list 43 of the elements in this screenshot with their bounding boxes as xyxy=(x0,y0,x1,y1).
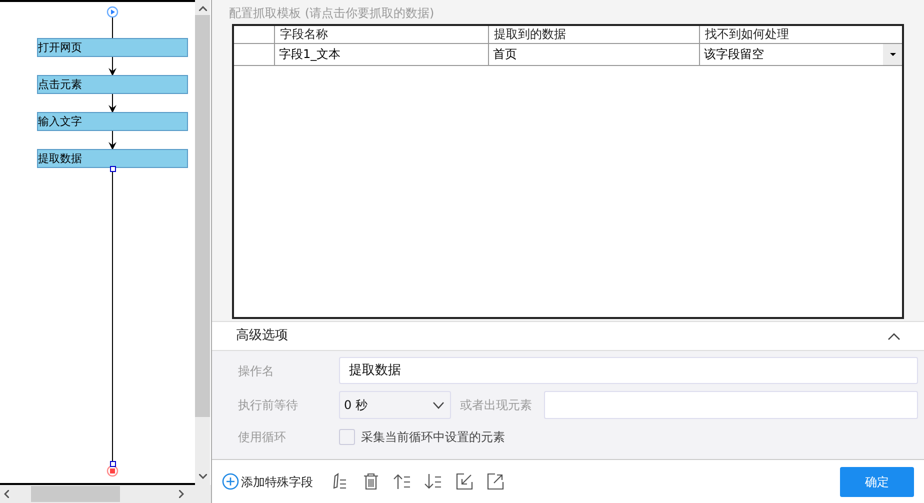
scrollbar-thumb[interactable] xyxy=(195,15,210,417)
field-label: 使用循环 xyxy=(238,429,287,446)
column-header: 找不到如何处理 xyxy=(704,26,790,43)
add-icon[interactable] xyxy=(222,473,239,490)
field-label: 操作名 xyxy=(238,362,275,380)
column-header: 字段名称 xyxy=(275,26,489,43)
scroll-right-icon[interactable] xyxy=(179,490,184,498)
name-field[interactable]: 提取数据 xyxy=(339,357,918,384)
delete-icon[interactable] xyxy=(362,472,381,491)
scroll-left-icon[interactable] xyxy=(4,490,9,498)
import-icon[interactable] xyxy=(455,472,474,491)
flow-node[interactable]: 点击元素 xyxy=(37,75,188,94)
loop-checkbox[interactable] xyxy=(339,429,355,445)
move-down-icon[interactable] xyxy=(424,472,443,491)
flow-arrow xyxy=(108,56,116,76)
wait-select[interactable]: 0 秒 xyxy=(339,391,451,419)
chevron-down-icon[interactable] xyxy=(433,402,444,408)
flow-node[interactable]: 输入文字 xyxy=(37,112,188,131)
element-field[interactable] xyxy=(544,391,918,419)
flow-arrow xyxy=(108,94,116,113)
flow-node[interactable]: 提取数据 xyxy=(37,149,188,168)
selection-handle[interactable] xyxy=(110,461,116,467)
scrollbar-thumb[interactable] xyxy=(31,486,120,502)
export-icon[interactable] xyxy=(486,472,505,491)
add-special-field-button[interactable]: 添加特殊字段 xyxy=(241,472,313,490)
scroll-up-icon[interactable] xyxy=(198,6,206,11)
field-label: 或者出现元素 xyxy=(459,397,533,414)
table-cell: 首页 xyxy=(489,44,700,65)
checkbox-label: 采集当前循环中设置的元素 xyxy=(361,429,505,446)
table-cell: 字段1_文本 xyxy=(275,44,489,65)
move-up-icon[interactable] xyxy=(393,472,412,491)
scroll-down-icon[interactable] xyxy=(198,474,206,479)
section-title: 配置抓取模板 (请点击你要抓取的数据) xyxy=(228,5,436,22)
field-label: 执行前等待 xyxy=(238,397,299,414)
dropdown-cell[interactable]: 该字段留空 xyxy=(700,44,902,65)
dropdown-arrow-icon[interactable] xyxy=(890,53,896,56)
column-header: 提取到的数据 xyxy=(489,26,700,43)
connector-line xyxy=(112,17,113,40)
chevron-icon[interactable] xyxy=(888,332,900,340)
start-icon xyxy=(106,6,118,18)
flow-arrow xyxy=(108,130,116,150)
flow-node[interactable]: 打开网页 xyxy=(37,38,188,57)
selection-handle[interactable] xyxy=(110,166,116,172)
